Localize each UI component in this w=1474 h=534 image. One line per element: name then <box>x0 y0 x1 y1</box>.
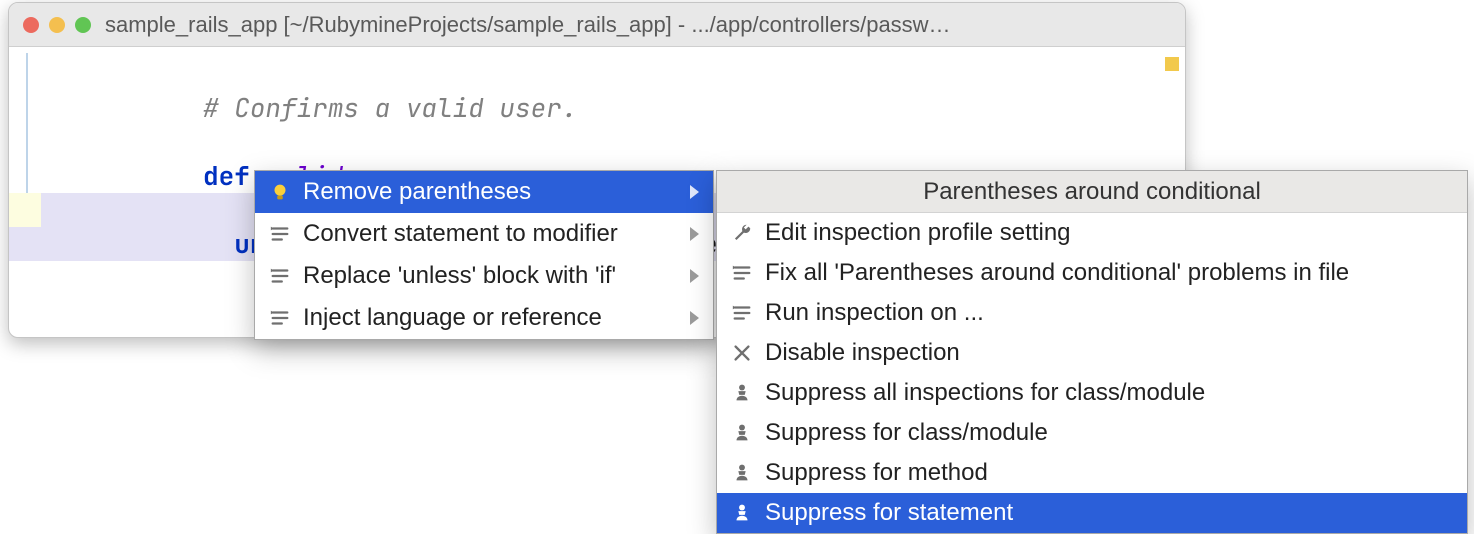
intention-submenu: Parentheses around conditional Edit insp… <box>716 170 1468 534</box>
lines-icon <box>269 223 291 245</box>
x-icon <box>731 342 753 364</box>
menu-item-label: Remove parentheses <box>303 178 678 206</box>
menu-item[interactable]: Inject language or reference <box>255 297 713 339</box>
pawn-icon <box>731 422 753 444</box>
bulb-icon <box>269 181 291 203</box>
pawn-icon <box>731 462 753 484</box>
submenu-item-label: Disable inspection <box>765 339 1453 367</box>
lines-icon <box>731 302 753 324</box>
submenu-item[interactable]: Suppress all inspections for class/modul… <box>717 373 1467 413</box>
chevron-right-icon <box>690 269 699 283</box>
menu-item[interactable]: Remove parentheses <box>255 171 713 213</box>
submenu-item-label: Suppress all inspections for class/modul… <box>765 379 1453 407</box>
submenu-item-label: Edit inspection profile setting <box>765 219 1453 247</box>
chevron-right-icon <box>690 185 699 199</box>
submenu-item[interactable]: Fix all 'Parentheses around conditional'… <box>717 253 1467 293</box>
pawn-icon <box>731 382 753 404</box>
chevron-right-icon <box>690 311 699 325</box>
lines-icon <box>269 265 291 287</box>
menu-item-label: Replace 'unless' block with 'if' <box>303 262 678 290</box>
submenu-item[interactable]: Suppress for method <box>717 453 1467 493</box>
intention-actions-menu: Remove parentheses Convert statement to … <box>254 170 714 340</box>
titlebar[interactable]: sample_rails_app [~/RubymineProjects/sam… <box>9 3 1185 47</box>
lines-icon <box>269 307 291 329</box>
submenu-item[interactable]: Run inspection on ... <box>717 293 1467 333</box>
submenu-item[interactable]: Disable inspection <box>717 333 1467 373</box>
chevron-right-icon <box>690 227 699 241</box>
traffic-lights <box>23 17 91 33</box>
submenu-item-label: Fix all 'Parentheses around conditional'… <box>765 259 1453 287</box>
submenu-item-label: Suppress for class/module <box>765 419 1453 447</box>
pawn-icon <box>731 502 753 524</box>
submenu-item[interactable]: Edit inspection profile setting <box>717 213 1467 253</box>
menu-item[interactable]: Replace 'unless' block with 'if' <box>255 255 713 297</box>
submenu-item[interactable]: Suppress for class/module <box>717 413 1467 453</box>
submenu-item-label: Run inspection on ... <box>765 299 1453 327</box>
menu-item-label: Convert statement to modifier <box>303 220 678 248</box>
submenu-item-label: Suppress for statement <box>765 499 1453 527</box>
window-title: sample_rails_app [~/RubymineProjects/sam… <box>105 12 1171 38</box>
submenu-header: Parentheses around conditional <box>717 171 1467 213</box>
minimize-icon[interactable] <box>49 17 65 33</box>
code-line[interactable]: # Confirms a valid user. <box>9 57 1185 125</box>
submenu-item[interactable]: Suppress for statement <box>717 493 1467 533</box>
wrench-icon <box>731 222 753 244</box>
zoom-icon[interactable] <box>75 17 91 33</box>
menu-item[interactable]: Convert statement to modifier <box>255 213 713 255</box>
submenu-item-label: Suppress for method <box>765 459 1453 487</box>
lines-icon <box>731 262 753 284</box>
menu-item-label: Inject language or reference <box>303 304 678 332</box>
close-icon[interactable] <box>23 17 39 33</box>
